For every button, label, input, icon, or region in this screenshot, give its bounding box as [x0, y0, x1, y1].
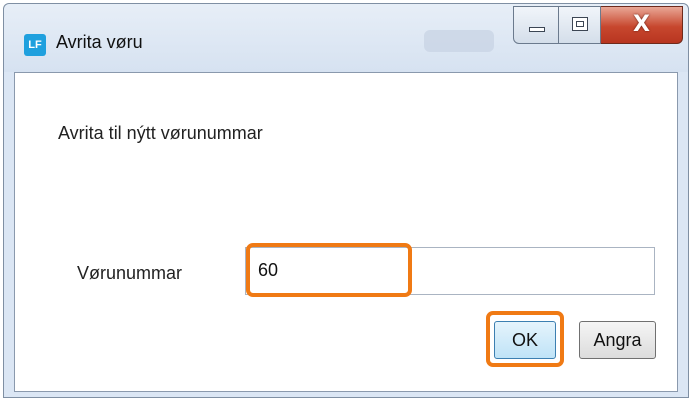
- window-title: Avrita vøru: [56, 32, 143, 52]
- app-logo-icon: LF: [24, 34, 46, 56]
- product-number-label: Vørunummar: [77, 263, 183, 283]
- product-number-input[interactable]: 60: [245, 247, 655, 295]
- dialog-content: Avrita til nýtt vørunummar Vørunummar 60…: [14, 72, 678, 392]
- dialog-window: LF Avrita vøru X Avrita til nýtt vørunum…: [3, 3, 689, 398]
- ok-button[interactable]: OK: [494, 321, 556, 359]
- title-bar[interactable]: LF Avrita vøru X: [4, 4, 688, 72]
- maximize-button[interactable]: [559, 6, 601, 44]
- title-bar-background: [424, 30, 494, 52]
- close-icon: X: [633, 12, 650, 37]
- maximize-icon: [572, 17, 588, 31]
- minimize-button[interactable]: [513, 6, 559, 44]
- minimize-icon: [529, 27, 545, 32]
- screenshot-stage: LF Avrita vøru X Avrita til nýtt vørunum…: [0, 0, 695, 407]
- close-button[interactable]: X: [601, 6, 683, 44]
- cancel-button[interactable]: Angra: [579, 321, 656, 359]
- dialog-heading: Avrita til nýtt vørunummar: [58, 123, 263, 143]
- caption-buttons: X: [513, 6, 683, 46]
